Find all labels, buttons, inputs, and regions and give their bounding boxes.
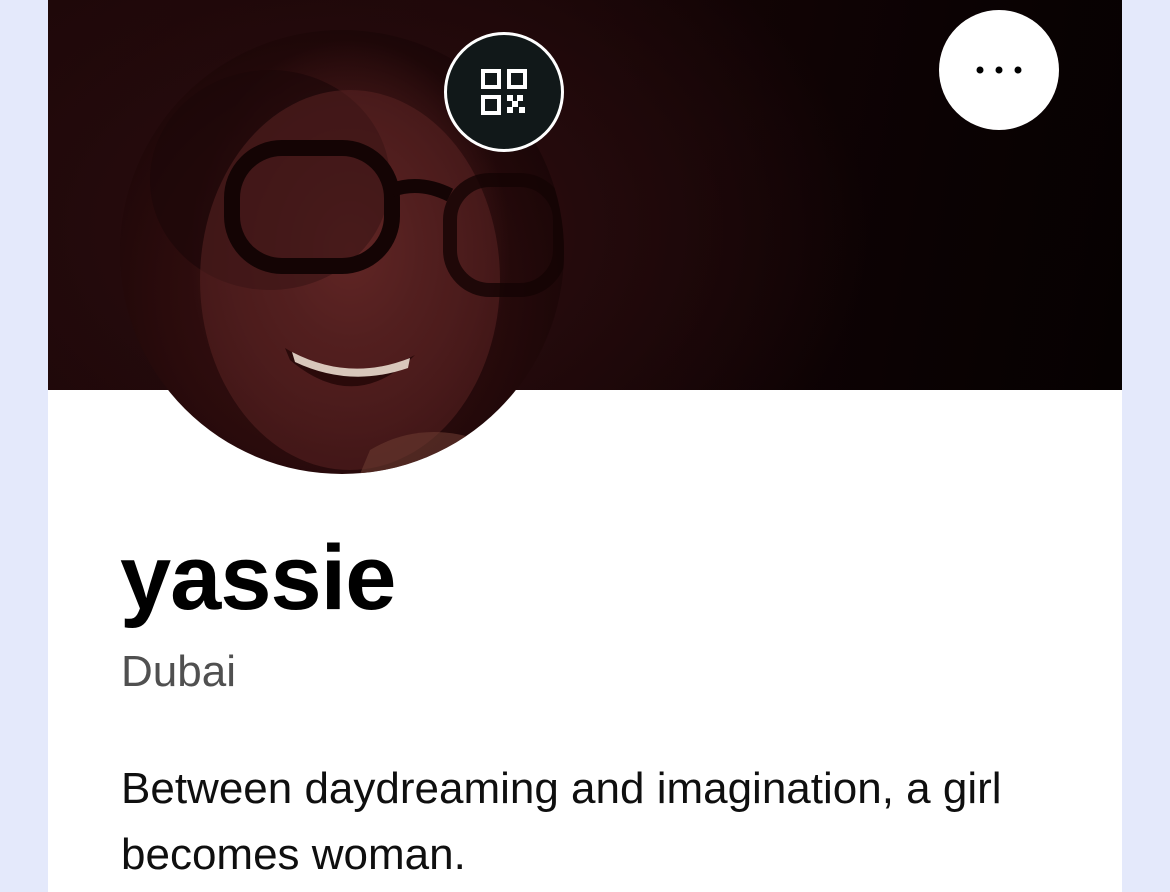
qr-code-button[interactable] [444,32,564,152]
more-options-button[interactable] [939,10,1059,130]
profile-name: yassie [120,527,396,629]
qr-code-icon [481,69,527,115]
more-horizontal-icon [976,66,1022,74]
profile-location: Dubai [121,647,236,696]
profile-bio: Between daydreaming and imagination, a g… [121,764,1002,879]
profile-card: yassie Dubai Between daydreaming and ima… [48,0,1122,892]
